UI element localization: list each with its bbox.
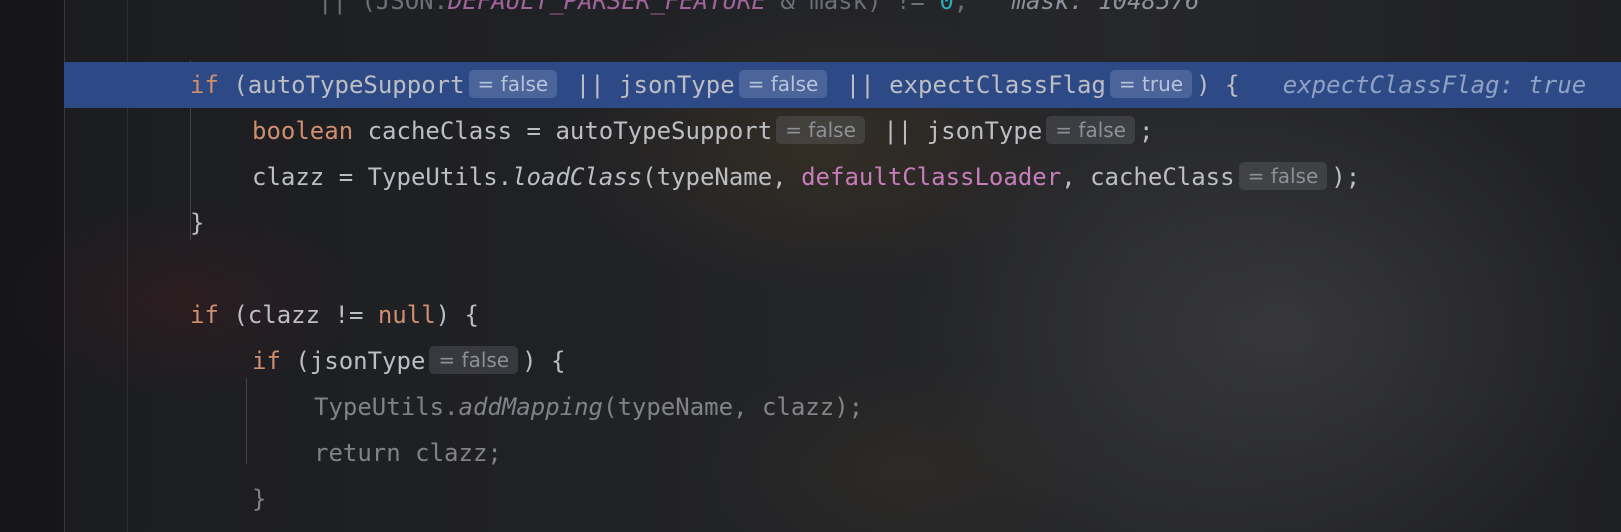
debug-value-hint[interactable]: = false — [468, 70, 558, 98]
code-text: || jsonType — [561, 71, 735, 99]
code-line-current[interactable]: if (autoTypeSupport = false || jsonType = … — [190, 62, 1586, 108]
closing-brace: } — [252, 485, 267, 513]
number-literal: 0 — [939, 0, 954, 15]
code-line[interactable]: } — [190, 200, 204, 246]
inline-debug-value: mask: 1048576 — [1011, 0, 1200, 15]
debug-value-hint[interactable]: = false — [1046, 116, 1135, 144]
keyword-null: null — [377, 301, 436, 329]
code-line-partial[interactable]: || (JSON.DEFAULT_PARSER_FEATURE & mask) … — [318, 0, 1199, 24]
debug-value-hint[interactable]: = true — [1109, 70, 1193, 98]
code-text: , cacheClass — [1061, 163, 1235, 191]
code-text: || expectClassFlag — [831, 71, 1106, 99]
code-text: & mask) != — [765, 0, 940, 15]
code-text: || jsonType — [868, 117, 1043, 145]
code-line[interactable]: boolean cacheClass = autoTypeSupport = fa… — [252, 108, 1153, 154]
code-line[interactable]: clazz = TypeUtils.loadClass(typeName, de… — [252, 154, 1360, 200]
field-reference: defaultClassLoader — [801, 163, 1062, 191]
debug-value-hint[interactable]: = false — [776, 116, 865, 144]
code-text: ; — [953, 0, 969, 15]
code-text: ) { — [522, 347, 566, 375]
code-text: clazz = TypeUtils. — [252, 163, 513, 191]
method-call: loadClass — [512, 163, 643, 191]
field-reference: DEFAULT_PARSER_FEATURE — [448, 0, 766, 15]
code-line-unreachable[interactable]: TypeUtils.addMapping(typeName, clazz); — [314, 384, 863, 430]
code-text: ; — [1138, 117, 1154, 145]
keyword: if — [190, 71, 219, 99]
keyword: if — [190, 301, 219, 329]
code-line[interactable]: if (clazz != null) { — [190, 292, 479, 338]
code-text: || (JSON. — [318, 0, 449, 15]
code-text: ) { — [1196, 71, 1240, 99]
code-editor[interactable]: || (JSON.DEFAULT_PARSER_FEATURE & mask) … — [0, 0, 1621, 532]
code-text: cacheClass = autoTypeSupport — [353, 117, 773, 145]
code-line[interactable]: if (jsonType = false) { — [252, 338, 565, 384]
keyword: if — [252, 347, 281, 375]
debug-value-hint[interactable]: = false — [738, 70, 828, 98]
keyword: boolean — [252, 117, 354, 145]
code-text: ) { — [435, 301, 480, 329]
method-call: addMapping — [458, 393, 604, 421]
closing-brace: } — [190, 209, 205, 237]
code-text: (autoTypeSupport — [218, 71, 465, 99]
debug-value-hint[interactable]: = false — [429, 346, 519, 374]
code-text: (typeName, clazz); — [603, 393, 864, 421]
code-text: ); — [1331, 163, 1361, 191]
code-text: (typeName, — [642, 163, 802, 191]
editor-gutter[interactable] — [0, 0, 64, 532]
code-text: (jsonType — [280, 347, 426, 375]
debug-value-hint[interactable]: = false — [1238, 162, 1328, 190]
inline-debug-value: expectClassFlag: true — [1282, 71, 1587, 99]
code-line-unreachable[interactable]: return clazz; — [314, 430, 502, 476]
code-text: return clazz; — [314, 439, 502, 467]
indent-guide — [246, 378, 247, 464]
code-line[interactable]: } — [252, 476, 266, 522]
code-text: (clazz != — [218, 301, 378, 329]
code-text: TypeUtils. — [314, 393, 459, 421]
